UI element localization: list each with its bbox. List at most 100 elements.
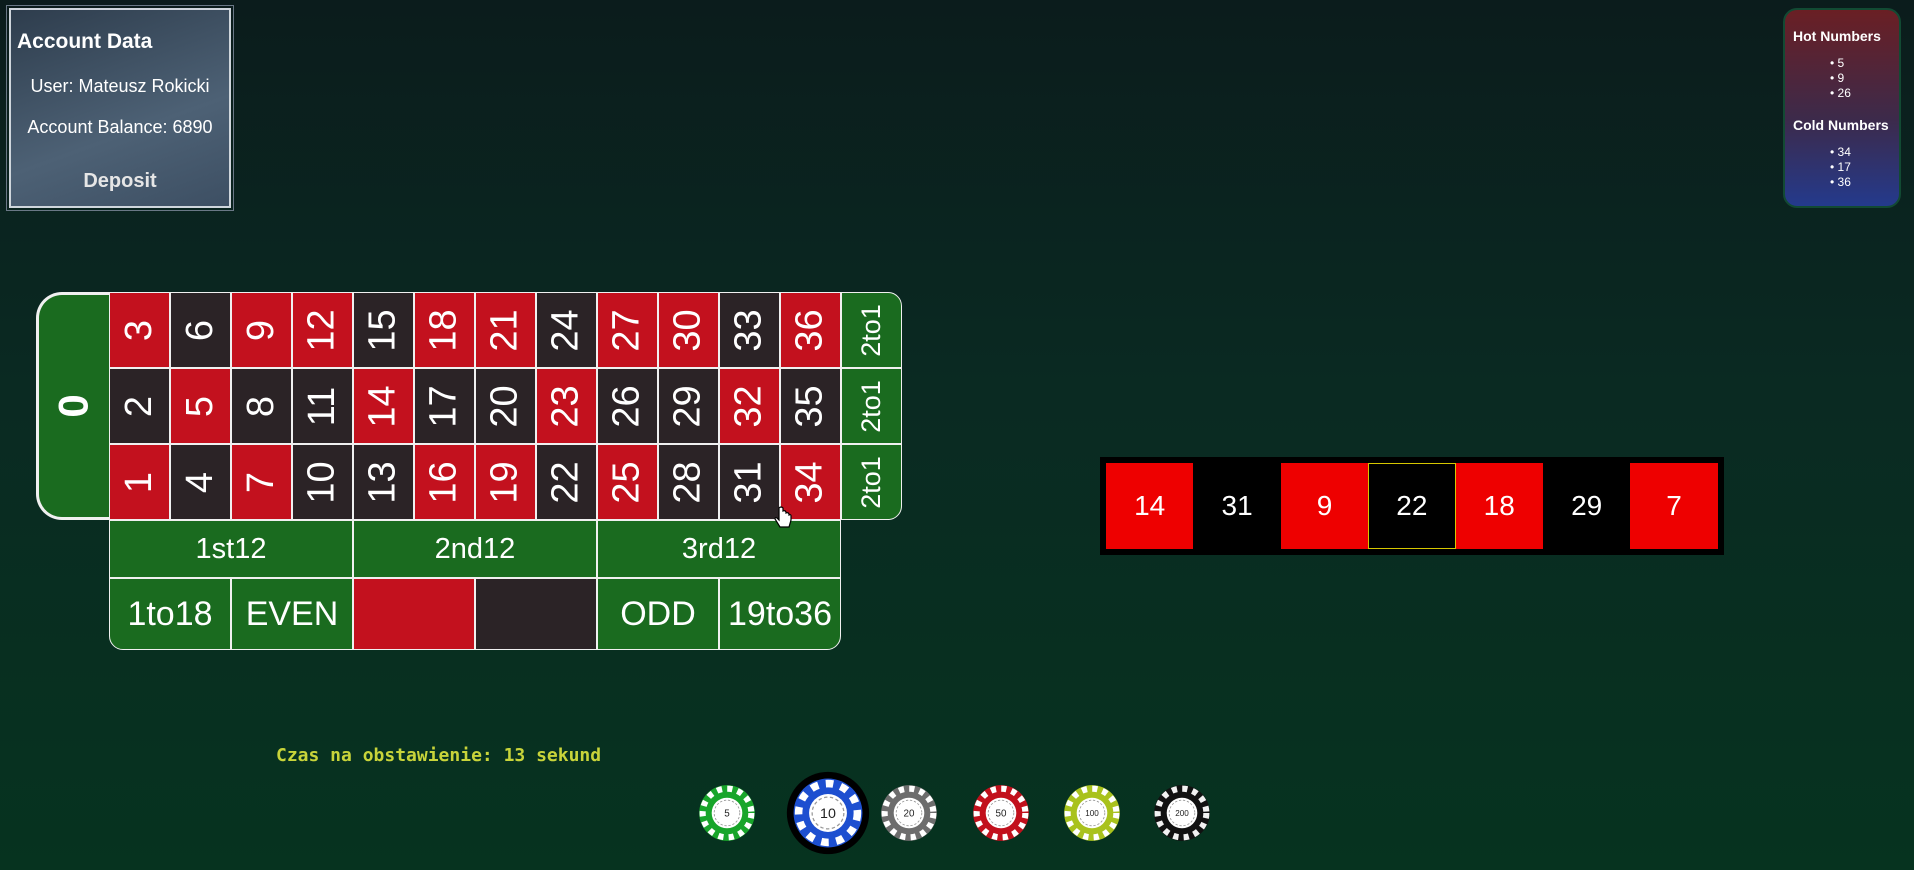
even-bet[interactable]: EVEN: [231, 578, 353, 650]
number-3[interactable]: 3: [109, 292, 170, 368]
column-bet-3[interactable]: 2to1: [841, 444, 902, 520]
chip-50-icon: 50: [973, 785, 1029, 841]
deposit-button[interactable]: Deposit: [11, 170, 229, 193]
low-bet[interactable]: 1to18: [109, 578, 231, 650]
number-22[interactable]: 22: [536, 444, 597, 520]
number-label: 30: [667, 308, 709, 352]
number-8[interactable]: 8: [231, 368, 292, 444]
number-label: 6: [178, 319, 221, 341]
number-23[interactable]: 23: [536, 368, 597, 444]
column-bet-1[interactable]: 2to1: [841, 292, 902, 368]
chip-20-icon: 20: [881, 785, 937, 841]
black-bet[interactable]: [475, 578, 597, 650]
number-label: 7: [239, 471, 282, 493]
history-result: 9: [1280, 463, 1369, 549]
dozen-bet-2[interactable]: 2nd12: [353, 520, 597, 578]
hot-numbers-title: Hot Numbers: [1793, 28, 1881, 44]
user-name: User: Mateusz Rokicki: [30, 76, 210, 96]
number-label: 34: [789, 460, 831, 504]
history-result: 7: [1630, 463, 1718, 549]
column-bet-2[interactable]: 2to1: [841, 368, 902, 444]
number-label: 22: [545, 460, 587, 504]
hot-number: 26: [1830, 86, 1851, 101]
number-label: 1: [117, 471, 160, 493]
number-31[interactable]: 31: [719, 444, 780, 520]
red-bet[interactable]: [353, 578, 475, 650]
number-7[interactable]: 7: [231, 444, 292, 520]
number-4[interactable]: 4: [170, 444, 231, 520]
hot-numbers-list: 5 9 26: [1830, 56, 1851, 101]
number-24[interactable]: 24: [536, 292, 597, 368]
number-label: 23: [545, 384, 587, 428]
number-28[interactable]: 28: [658, 444, 719, 520]
number-label: 36: [789, 308, 831, 352]
number-14[interactable]: 14: [353, 368, 414, 444]
high-bet[interactable]: 19to36: [719, 578, 841, 650]
number-21[interactable]: 21: [475, 292, 536, 368]
number-30[interactable]: 30: [658, 292, 719, 368]
cold-number: 34: [1830, 145, 1851, 160]
chip-10[interactable]: 10: [786, 771, 870, 855]
cold-numbers-title: Cold Numbers: [1793, 117, 1889, 133]
account-balance: Account Balance: 6890: [27, 117, 213, 137]
cold-number: 36: [1830, 175, 1851, 190]
number-27[interactable]: 27: [597, 292, 658, 368]
number-label: 8: [239, 395, 282, 417]
number-label: 20: [484, 384, 526, 428]
cold-number: 17: [1830, 160, 1851, 175]
number-zero[interactable]: 0: [36, 292, 109, 520]
number-20[interactable]: 20: [475, 368, 536, 444]
number-label: 28: [667, 460, 709, 504]
number-25[interactable]: 25: [597, 444, 658, 520]
number-15[interactable]: 15: [353, 292, 414, 368]
number-label: 29: [667, 384, 709, 428]
number-2[interactable]: 2: [109, 368, 170, 444]
number-12[interactable]: 12: [292, 292, 353, 368]
spin-history: 14 31 9 22 18 29 7: [1100, 457, 1724, 555]
column-bet-label: 2to1: [856, 303, 886, 357]
odd-bet[interactable]: ODD: [597, 578, 719, 650]
chip-100[interactable]: 100: [1063, 784, 1121, 842]
chip-5[interactable]: 5: [698, 784, 756, 842]
number-zero-label: 0: [49, 394, 97, 418]
number-label: 25: [606, 460, 648, 504]
number-label: 2: [117, 395, 160, 417]
number-33[interactable]: 33: [719, 292, 780, 368]
number-10[interactable]: 10: [292, 444, 353, 520]
history-result: 31: [1193, 463, 1281, 549]
number-19[interactable]: 19: [475, 444, 536, 520]
number-label: 10: [301, 460, 343, 504]
number-label: 17: [423, 384, 465, 428]
svg-text:100: 100: [1085, 809, 1099, 818]
number-29[interactable]: 29: [658, 368, 719, 444]
number-6[interactable]: 6: [170, 292, 231, 368]
chip-200[interactable]: 200: [1153, 784, 1211, 842]
number-label: 11: [300, 386, 343, 426]
number-36[interactable]: 36: [780, 292, 841, 368]
number-label: 35: [789, 384, 831, 428]
svg-text:10: 10: [820, 806, 836, 822]
chip-100-icon: 100: [1064, 785, 1120, 841]
number-17[interactable]: 17: [414, 368, 475, 444]
number-26[interactable]: 26: [597, 368, 658, 444]
number-16[interactable]: 16: [414, 444, 475, 520]
number-1[interactable]: 1: [109, 444, 170, 520]
number-32[interactable]: 32: [719, 368, 780, 444]
number-5[interactable]: 5: [170, 368, 231, 444]
number-9[interactable]: 9: [231, 292, 292, 368]
betting-timer: Czas na obstawienie: 13 sekund: [276, 745, 602, 766]
dozen-bet-1[interactable]: 1st12: [109, 520, 353, 578]
number-18[interactable]: 18: [414, 292, 475, 368]
chip-50[interactable]: 50: [972, 784, 1030, 842]
number-label: 18: [423, 308, 465, 352]
number-label: 5: [178, 395, 221, 417]
svg-text:200: 200: [1175, 809, 1189, 818]
dozen-bet-3[interactable]: 3rd12: [597, 520, 841, 578]
chip-20[interactable]: 20: [880, 784, 938, 842]
cold-numbers-list: 34 17 36: [1830, 145, 1851, 190]
column-bet-label: 2to1: [856, 379, 886, 433]
number-13[interactable]: 13: [353, 444, 414, 520]
number-11[interactable]: 11: [292, 368, 353, 444]
number-label: 4: [178, 471, 221, 493]
number-35[interactable]: 35: [780, 368, 841, 444]
